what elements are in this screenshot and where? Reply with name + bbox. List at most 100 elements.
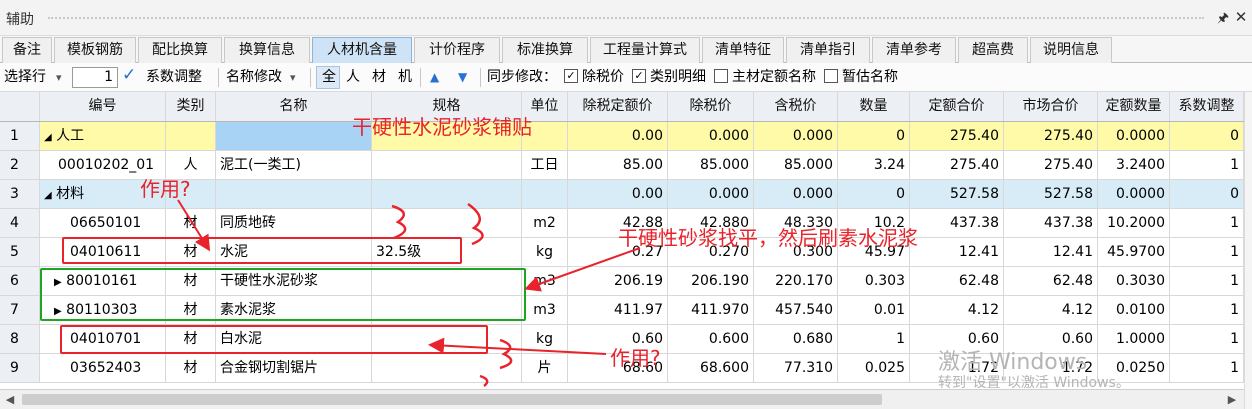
- coef-adjust-cell[interactable]: 1: [1170, 209, 1244, 237]
- pin-icon[interactable]: 🖈: [1216, 9, 1230, 26]
- tax-excl-price-cell[interactable]: 68.600: [668, 354, 754, 382]
- tax-incl-price-cell[interactable]: 0.000: [754, 180, 838, 208]
- tax-incl-price-cell[interactable]: 77.310: [754, 354, 838, 382]
- tab-pricing-procedure[interactable]: 计价程序: [414, 37, 500, 63]
- quantity-cell[interactable]: 1: [838, 325, 910, 353]
- filter-machine-button[interactable]: 机: [398, 68, 412, 87]
- quota-quantity-cell[interactable]: 1.0000: [1098, 325, 1170, 353]
- header-quota-quantity[interactable]: 定额数量: [1098, 92, 1170, 121]
- coef-adjust-cell[interactable]: 1: [1170, 267, 1244, 295]
- header-market-total[interactable]: 市场合价: [1004, 92, 1098, 121]
- filter-labor-button[interactable]: 人: [346, 68, 360, 87]
- tax-incl-price-cell[interactable]: 457.540: [754, 296, 838, 324]
- close-icon[interactable]: ✕: [1234, 8, 1248, 26]
- tax-excl-quota-price-cell[interactable]: 85.00: [568, 151, 668, 179]
- vertical-scrollbar[interactable]: [1244, 92, 1252, 409]
- quota-total-cell[interactable]: 4.12: [910, 296, 1004, 324]
- unit-cell[interactable]: 工日: [522, 151, 568, 179]
- horizontal-scrollbar[interactable]: ◀ ▶: [0, 389, 1244, 409]
- name-cell[interactable]: [216, 122, 372, 150]
- header-code[interactable]: 编号: [40, 92, 166, 121]
- table-row[interactable]: 1 ◢ 人工 0.00 0.000 0.000 0 275.40 275.40 …: [0, 122, 1244, 151]
- quota-total-cell[interactable]: 12.41: [910, 238, 1004, 266]
- tax-excl-quota-price-cell[interactable]: 0.00: [568, 180, 668, 208]
- unit-cell[interactable]: kg: [522, 325, 568, 353]
- header-tax-excl-quota-price[interactable]: 除税定额价: [568, 92, 668, 121]
- quota-total-cell[interactable]: 275.40: [910, 151, 1004, 179]
- code-cell[interactable]: ◢ 人工: [40, 122, 166, 150]
- quota-quantity-cell[interactable]: 0.0100: [1098, 296, 1170, 324]
- collapse-icon[interactable]: ◢: [44, 190, 52, 201]
- market-total-cell[interactable]: 12.41: [1004, 238, 1098, 266]
- move-up-icon[interactable]: ▲: [430, 68, 439, 87]
- quota-quantity-cell[interactable]: 45.9700: [1098, 238, 1170, 266]
- tax-excl-quota-price-cell[interactable]: 411.97: [568, 296, 668, 324]
- quota-total-cell[interactable]: 527.58: [910, 180, 1004, 208]
- scroll-left-icon[interactable]: ◀: [2, 392, 18, 407]
- name-cell[interactable]: 同质地砖: [216, 209, 372, 237]
- market-total-cell[interactable]: 275.40: [1004, 151, 1098, 179]
- tax-excl-quota-price-cell[interactable]: 0.00: [568, 122, 668, 150]
- tab-bill-features[interactable]: 清单特征: [702, 37, 784, 63]
- move-down-icon[interactable]: ▼: [458, 68, 467, 87]
- coef-adjust-button[interactable]: 系数调整: [146, 68, 202, 87]
- code-cell[interactable]: 06650101: [40, 209, 166, 237]
- collapse-icon[interactable]: ◢: [44, 132, 52, 143]
- tab-description[interactable]: 说明信息: [1030, 37, 1112, 63]
- rename-dropdown-icon[interactable]: ▾: [290, 68, 296, 87]
- coef-adjust-cell[interactable]: 1: [1170, 325, 1244, 353]
- unit-cell[interactable]: m3: [522, 296, 568, 324]
- tab-formwork-rebar[interactable]: 模板钢筋: [54, 37, 136, 63]
- tab-conversion-info[interactable]: 换算信息: [224, 37, 310, 63]
- market-total-cell[interactable]: 527.58: [1004, 180, 1098, 208]
- spec-cell[interactable]: [372, 180, 522, 208]
- name-cell[interactable]: 泥工(一类工): [216, 151, 372, 179]
- header-category[interactable]: 类别: [166, 92, 216, 121]
- quota-total-cell[interactable]: 437.38: [910, 209, 1004, 237]
- quota-total-cell[interactable]: 62.48: [910, 267, 1004, 295]
- tab-mix-conversion[interactable]: 配比换算: [138, 37, 222, 63]
- tab-notes[interactable]: 备注: [2, 37, 52, 63]
- coef-adjust-cell[interactable]: 0: [1170, 122, 1244, 150]
- estimate-name-checkbox[interactable]: [824, 69, 838, 83]
- panel-drag-grip[interactable]: [48, 17, 1204, 21]
- coef-adjust-cell[interactable]: 1: [1170, 296, 1244, 324]
- tab-bill-reference[interactable]: 清单参考: [872, 37, 956, 63]
- quota-quantity-cell[interactable]: 0.0000: [1098, 180, 1170, 208]
- unit-cell[interactable]: m2: [522, 209, 568, 237]
- quota-quantity-cell[interactable]: 10.2000: [1098, 209, 1170, 237]
- tax-excl-price-cell[interactable]: 0.600: [668, 325, 754, 353]
- tax-excl-price-cell[interactable]: 0.000: [668, 180, 754, 208]
- tab-quantity-formula[interactable]: 工程量计算式: [590, 37, 700, 63]
- tax-excl-quota-price-cell[interactable]: 206.19: [568, 267, 668, 295]
- category-cell[interactable]: [166, 122, 216, 150]
- quantity-cell[interactable]: 0.01: [838, 296, 910, 324]
- main-quota-name-checkbox[interactable]: [714, 69, 728, 83]
- header-coef-adjust[interactable]: 系数调整: [1170, 92, 1244, 121]
- header-tax-excl-price[interactable]: 除税价: [668, 92, 754, 121]
- market-total-cell[interactable]: 4.12: [1004, 296, 1098, 324]
- header-tax-incl-price[interactable]: 含税价: [754, 92, 838, 121]
- tax-excl-price-cell[interactable]: 411.970: [668, 296, 754, 324]
- quantity-cell[interactable]: 0: [838, 180, 910, 208]
- tax-excl-price-cell[interactable]: 0.000: [668, 122, 754, 150]
- category-cell[interactable]: 材: [166, 209, 216, 237]
- category-cell[interactable]: 材: [166, 354, 216, 382]
- quota-quantity-cell[interactable]: 0.0000: [1098, 122, 1170, 150]
- select-row-label[interactable]: 选择行: [4, 68, 46, 87]
- quota-total-cell[interactable]: 275.40: [910, 122, 1004, 150]
- header-name[interactable]: 名称: [216, 92, 372, 121]
- spec-cell[interactable]: [372, 209, 522, 237]
- tab-high-rise-fee[interactable]: 超高费: [958, 37, 1028, 63]
- quantity-cell[interactable]: 0.303: [838, 267, 910, 295]
- coef-adjust-cell[interactable]: 1: [1170, 238, 1244, 266]
- rename-button[interactable]: 名称修改: [226, 68, 282, 87]
- tax-excl-checkbox[interactable]: ✓: [564, 69, 578, 83]
- coef-adjust-cell[interactable]: 0: [1170, 180, 1244, 208]
- name-cell[interactable]: 合金钢切割锯片: [216, 354, 372, 382]
- header-quota-total[interactable]: 定额合价: [910, 92, 1004, 121]
- tax-incl-price-cell[interactable]: 220.170: [754, 267, 838, 295]
- row-number-input[interactable]: 1: [72, 67, 118, 88]
- spec-cell[interactable]: [372, 151, 522, 179]
- quota-quantity-cell[interactable]: 3.2400: [1098, 151, 1170, 179]
